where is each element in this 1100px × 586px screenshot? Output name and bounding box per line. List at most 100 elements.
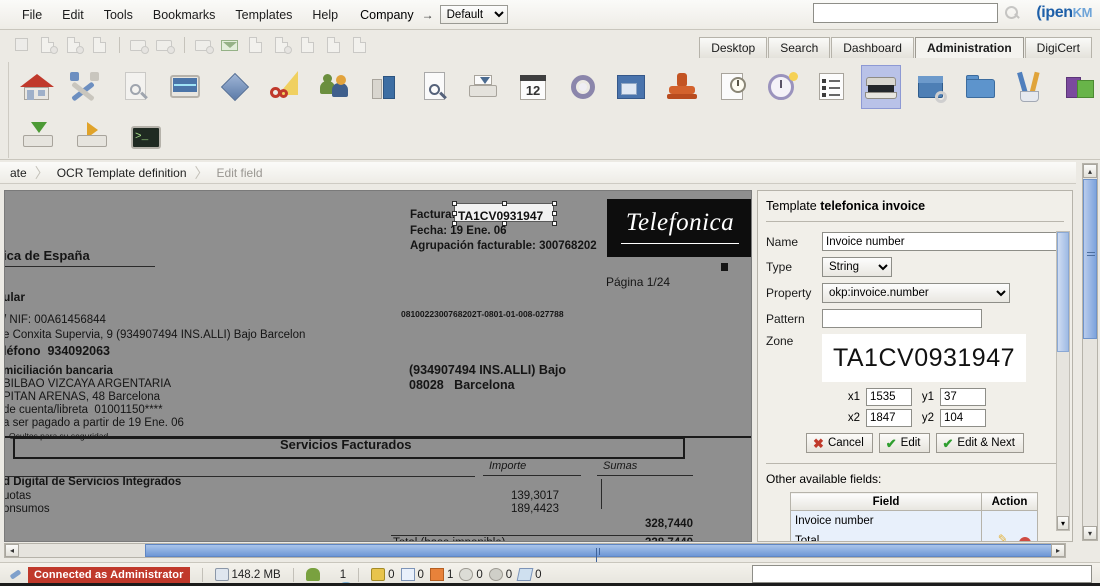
gift-icon[interactable] bbox=[10, 34, 34, 56]
menu-bookmarks[interactable]: Bookmarks bbox=[143, 4, 226, 26]
tab-desktop[interactable]: Desktop bbox=[699, 37, 768, 58]
x1-input[interactable] bbox=[866, 388, 912, 406]
document-pdf-icon[interactable] bbox=[62, 34, 86, 56]
document-chart-icon[interactable] bbox=[244, 34, 268, 56]
stamp-icon[interactable] bbox=[662, 65, 702, 109]
tab-search[interactable]: Search bbox=[768, 37, 831, 58]
edit-and-next-button[interactable]: ✔ Edit & Next bbox=[935, 433, 1024, 453]
printer-icon[interactable] bbox=[463, 65, 503, 109]
type-select[interactable]: String bbox=[822, 257, 892, 277]
tab-dashboard[interactable]: Dashboard bbox=[831, 37, 914, 58]
gear-icon[interactable] bbox=[563, 65, 603, 109]
clock-star-icon[interactable] bbox=[762, 65, 802, 109]
chevron-down-icon[interactable]: ▾ bbox=[1083, 526, 1097, 540]
type-row: Type String bbox=[766, 257, 1064, 277]
box-config-icon[interactable] bbox=[911, 65, 951, 109]
lock-search-icon[interactable] bbox=[153, 34, 177, 56]
document-add-icon[interactable] bbox=[270, 34, 294, 56]
panel-inner-scroll-thumb[interactable] bbox=[1057, 232, 1069, 352]
print-icon[interactable] bbox=[88, 34, 112, 56]
import-drive-icon[interactable] bbox=[16, 115, 60, 159]
lock-add-icon[interactable] bbox=[127, 34, 151, 56]
global-search-input[interactable] bbox=[813, 3, 998, 23]
pens-cup-icon[interactable] bbox=[1011, 65, 1051, 109]
vertical-scroll-thumb[interactable] bbox=[1083, 179, 1097, 339]
chevron-down-icon[interactable]: ▾ bbox=[1057, 516, 1069, 530]
cancel-button[interactable]: ✖ Cancel bbox=[806, 433, 873, 453]
pattern-label: Pattern bbox=[766, 311, 805, 326]
menu-file[interactable]: File bbox=[12, 4, 52, 26]
main-toolbar: 12 bbox=[0, 60, 1100, 114]
menu-help[interactable]: Help bbox=[302, 4, 348, 26]
total-value: 328,7440 bbox=[645, 537, 693, 541]
name-row: Name bbox=[766, 232, 1064, 251]
row1-label: uotas bbox=[4, 490, 32, 502]
tools-icon[interactable] bbox=[66, 65, 106, 109]
tab-digicert[interactable]: DigiCert bbox=[1024, 37, 1092, 58]
pattern-input[interactable] bbox=[822, 309, 982, 328]
users-icon[interactable] bbox=[314, 65, 354, 109]
breadcrumb-item-ocr-template-definition[interactable]: OCR Template definition bbox=[49, 166, 195, 180]
page-horizontal-scrollbar[interactable]: ◂ ▸ bbox=[4, 543, 1066, 562]
column-header-field: Field bbox=[790, 492, 982, 511]
chevron-right-icon[interactable]: ▸ bbox=[1051, 544, 1065, 557]
remove-icon[interactable]: − bbox=[1019, 537, 1031, 541]
books-icon[interactable] bbox=[1060, 65, 1100, 109]
name-input[interactable] bbox=[822, 232, 1064, 251]
edit-button[interactable]: ✔ Edit bbox=[878, 433, 930, 453]
resize-handle-bottom-right[interactable] bbox=[552, 221, 557, 226]
list-icon[interactable] bbox=[812, 65, 852, 109]
panel-inner-scrollbar[interactable]: ▾ bbox=[1056, 231, 1070, 531]
main-toolbar-row2: >_ bbox=[0, 114, 1100, 160]
menu-tools[interactable]: Tools bbox=[94, 4, 143, 26]
scanner-icon[interactable] bbox=[861, 65, 902, 109]
type-label: Type bbox=[766, 260, 793, 274]
x2-input[interactable] bbox=[866, 409, 912, 427]
document-inspect-icon[interactable] bbox=[414, 65, 454, 109]
resize-handle-middle-left[interactable] bbox=[452, 211, 457, 216]
calendar-icon[interactable]: 12 bbox=[513, 65, 553, 109]
window-settings-icon[interactable] bbox=[613, 65, 653, 109]
database-icon[interactable] bbox=[364, 65, 404, 109]
mail-add-icon[interactable] bbox=[218, 34, 242, 56]
property-select[interactable]: okp:invoice.number bbox=[822, 283, 1010, 303]
document-search-icon[interactable] bbox=[36, 34, 60, 56]
resize-handle-top-middle[interactable] bbox=[502, 201, 507, 206]
breadcrumb-separator-icon: 〉 bbox=[34, 164, 49, 181]
export-drive-icon[interactable] bbox=[70, 115, 114, 159]
table-row[interactable]: Total ✎ − bbox=[790, 530, 1038, 541]
resize-handle-top-left[interactable] bbox=[452, 201, 457, 206]
document-blank-icon[interactable] bbox=[322, 34, 346, 56]
menu-templates[interactable]: Templates bbox=[225, 4, 302, 26]
y1-input[interactable] bbox=[940, 388, 986, 406]
search-icon[interactable] bbox=[1002, 3, 1022, 23]
tag-icon bbox=[516, 568, 534, 581]
y2-input[interactable] bbox=[940, 409, 986, 427]
home-icon[interactable] bbox=[16, 65, 56, 109]
document-preview-viewer[interactable]: Telefonica Factura: TA1CV0931947 Fecha: … bbox=[4, 190, 752, 542]
menu-edit[interactable]: Edit bbox=[52, 4, 94, 26]
resize-handle-middle-right[interactable] bbox=[552, 211, 557, 216]
chevron-left-icon[interactable]: ◂ bbox=[5, 544, 19, 557]
edit-pencil-icon[interactable]: ✎ bbox=[998, 532, 1008, 541]
invoice-number-value: TA1CV0931947 bbox=[458, 209, 544, 223]
activity-monitor-icon[interactable] bbox=[165, 65, 205, 109]
tab-administration[interactable]: Administration bbox=[914, 37, 1024, 58]
scissors-ruler-icon[interactable] bbox=[265, 65, 305, 109]
document-preview-icon[interactable] bbox=[115, 65, 155, 109]
status-search-input[interactable] bbox=[752, 565, 1092, 583]
resize-handle-top-right[interactable] bbox=[552, 201, 557, 206]
folder-icon[interactable] bbox=[961, 65, 1001, 109]
horizontal-scroll-thumb[interactable] bbox=[145, 544, 1053, 562]
diamond-icon[interactable] bbox=[215, 65, 255, 109]
document-edit-icon[interactable] bbox=[296, 34, 320, 56]
terminal-icon[interactable]: >_ bbox=[124, 115, 168, 159]
company-select[interactable]: Default bbox=[439, 5, 508, 24]
breadcrumb-item-template[interactable]: ate bbox=[2, 166, 35, 180]
page-vertical-scrollbar[interactable]: ▴ ▾ bbox=[1082, 163, 1098, 541]
table-row[interactable]: Invoice number bbox=[790, 510, 1038, 531]
document-export-icon[interactable] bbox=[348, 34, 372, 56]
folder-add-icon[interactable] bbox=[192, 34, 216, 56]
chevron-up-icon[interactable]: ▴ bbox=[1083, 164, 1097, 178]
document-clock-icon[interactable] bbox=[712, 65, 752, 109]
